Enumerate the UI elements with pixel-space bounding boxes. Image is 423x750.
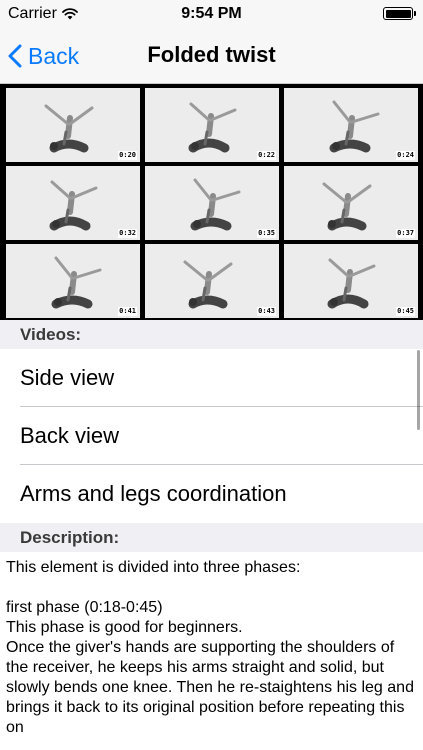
thumbnail-timestamp: 0:45 <box>396 307 415 316</box>
video-thumbnail[interactable]: 0:22 <box>145 88 279 162</box>
thumbnail-timestamp: 0:22 <box>257 151 276 160</box>
video-thumbnail[interactable]: 0:35 <box>145 166 279 240</box>
status-time: 9:54 PM <box>181 5 242 22</box>
battery-icon <box>383 7 416 20</box>
battery-tip <box>413 11 416 16</box>
video-thumbnail[interactable]: 0:41 <box>6 244 140 318</box>
thumbnail-timestamp: 0:32 <box>118 229 137 238</box>
thumbnail-timestamp: 0:20 <box>118 151 137 160</box>
page-title: Folded twist <box>147 42 276 67</box>
video-thumbnail[interactable]: 0:32 <box>6 166 140 240</box>
video-item-arms-legs-coordination[interactable]: Arms and legs coordination <box>0 465 423 523</box>
description-section-header: Description: <box>0 523 423 552</box>
video-thumbnail[interactable]: 0:20 <box>6 88 140 162</box>
back-button[interactable]: Back <box>8 38 79 74</box>
thumbnail-gallery: 0:20 0:22 0:24 0:32 0:35 0:37 0:41 0:43 0:45 <box>0 84 423 320</box>
video-item-back-view[interactable]: Back view <box>0 407 423 465</box>
video-item-label: Side view <box>20 365 115 390</box>
videos-section-header: Videos: <box>0 320 423 349</box>
battery-fill <box>385 9 411 18</box>
video-item-label: Arms and legs coordination <box>20 481 287 506</box>
video-thumbnail[interactable]: 0:37 <box>284 166 418 240</box>
thumbnail-timestamp: 0:24 <box>396 151 415 160</box>
description-text: This element is divided into three phase… <box>6 559 414 736</box>
video-thumbnail[interactable]: 0:24 <box>284 88 418 162</box>
video-thumbnail[interactable]: 0:43 <box>145 244 279 318</box>
thumbnail-timestamp: 0:35 <box>257 229 276 238</box>
thumbnail-timestamp: 0:41 <box>118 307 137 316</box>
videos-scroll-indicator[interactable] <box>417 350 420 430</box>
thumbnail-timestamp: 0:37 <box>396 229 415 238</box>
thumbnail-timestamp: 0:43 <box>257 307 276 316</box>
chevron-left-icon <box>8 44 22 68</box>
video-thumbnail[interactable]: 0:45 <box>284 244 418 318</box>
back-label: Back <box>28 42 80 69</box>
video-item-label: Back view <box>20 423 120 448</box>
navigation-bar: Back Folded twist <box>0 28 423 84</box>
status-bar: Carrier 9:54 PM <box>0 0 423 28</box>
video-item-side-view[interactable]: Side view <box>0 349 423 407</box>
